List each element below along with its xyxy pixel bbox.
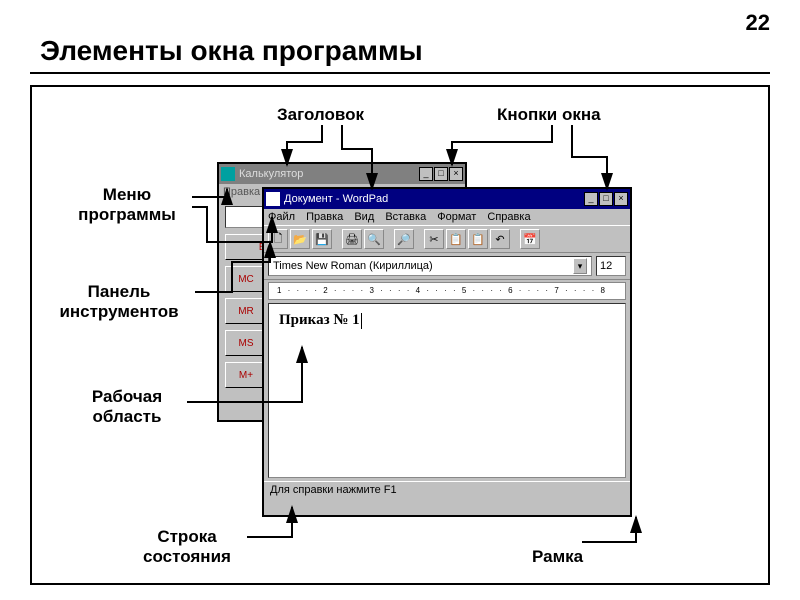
calc-app-icon	[221, 167, 235, 181]
wp-menu-edit[interactable]: Правка	[306, 211, 343, 223]
label-window-buttons: Кнопки окна	[497, 105, 601, 125]
wp-statusbar: Для справки нажмите F1	[264, 481, 630, 501]
wp-menu-format[interactable]: Формат	[437, 211, 476, 223]
paste-icon[interactable]: 📋	[468, 229, 488, 249]
open-icon[interactable]: 📂	[290, 229, 310, 249]
wp-maximize-button[interactable]: □	[599, 192, 613, 206]
ruler[interactable]	[268, 282, 626, 300]
font-select[interactable]: Times New Roman (Кириллица) ▾	[268, 256, 592, 276]
title-underline	[30, 72, 770, 74]
calc-mplus[interactable]: M+	[225, 362, 267, 388]
font-name: Times New Roman (Кириллица)	[273, 260, 433, 272]
label-titlebar: Заголовок	[277, 105, 364, 125]
copy-icon[interactable]: 📋	[446, 229, 466, 249]
wp-menu-help[interactable]: Справка	[487, 211, 530, 223]
label-menu: Меню программы	[62, 185, 192, 224]
wp-title: Документ - WordPad	[284, 193, 584, 205]
font-size: 12	[600, 260, 612, 272]
wp-menu-insert[interactable]: Вставка	[385, 211, 426, 223]
editor-area[interactable]: Приказ № 1	[268, 303, 626, 478]
minimize-button[interactable]: _	[419, 167, 433, 181]
date-icon[interactable]: 📅	[520, 229, 540, 249]
calc-titlebar[interactable]: Калькулятор _ □ ×	[219, 164, 465, 184]
wordpad-window: Документ - WordPad _ □ × Файл Правка Вид…	[262, 187, 632, 517]
wp-close-button[interactable]: ×	[614, 192, 628, 206]
wp-menu-file[interactable]: Файл	[268, 211, 295, 223]
label-toolbar: Панель инструментов	[44, 282, 194, 321]
calc-mr[interactable]: MR	[225, 298, 267, 324]
wp-minimize-button[interactable]: _	[584, 192, 598, 206]
close-button[interactable]: ×	[449, 167, 463, 181]
wp-titlebar[interactable]: Документ - WordPad _ □ ×	[264, 189, 630, 209]
size-select[interactable]: 12	[596, 256, 626, 276]
cut-icon[interactable]: ✂	[424, 229, 444, 249]
wp-fontbar: Times New Roman (Кириллица) ▾ 12	[264, 253, 630, 280]
new-icon[interactable]: 🗋	[268, 229, 288, 249]
calc-mc[interactable]: MC	[225, 266, 267, 292]
page-number: 22	[746, 10, 770, 36]
calc-ms[interactable]: MS	[225, 330, 267, 356]
calc-menu-edit[interactable]: Правка	[223, 186, 260, 198]
wp-menu-view[interactable]: Вид	[354, 211, 374, 223]
label-statusbar: Строка состояния	[127, 527, 247, 566]
calc-title: Калькулятор	[239, 168, 419, 180]
text-cursor	[361, 313, 362, 329]
find-icon[interactable]: 🔎	[394, 229, 414, 249]
wp-toolbar: 🗋 📂 💾 🖨 🔍 🔎 ✂ 📋 📋 ↶ 📅	[264, 225, 630, 253]
save-icon[interactable]: 💾	[312, 229, 332, 249]
label-frame: Рамка	[532, 547, 583, 567]
undo-icon[interactable]: ↶	[490, 229, 510, 249]
document-text: Приказ № 1	[279, 312, 360, 328]
wp-app-icon	[266, 192, 280, 206]
diagram-frame: Заголовок Кнопки окна Меню программы Пан…	[30, 85, 770, 585]
dropdown-icon[interactable]: ▾	[573, 258, 587, 274]
print-icon[interactable]: 🖨	[342, 229, 362, 249]
wp-menubar[interactable]: Файл Правка Вид Вставка Формат Справка	[264, 209, 630, 225]
page-title: Элементы окна программы	[40, 35, 423, 67]
preview-icon[interactable]: 🔍	[364, 229, 384, 249]
label-workarea: Рабочая область	[67, 387, 187, 426]
maximize-button[interactable]: □	[434, 167, 448, 181]
